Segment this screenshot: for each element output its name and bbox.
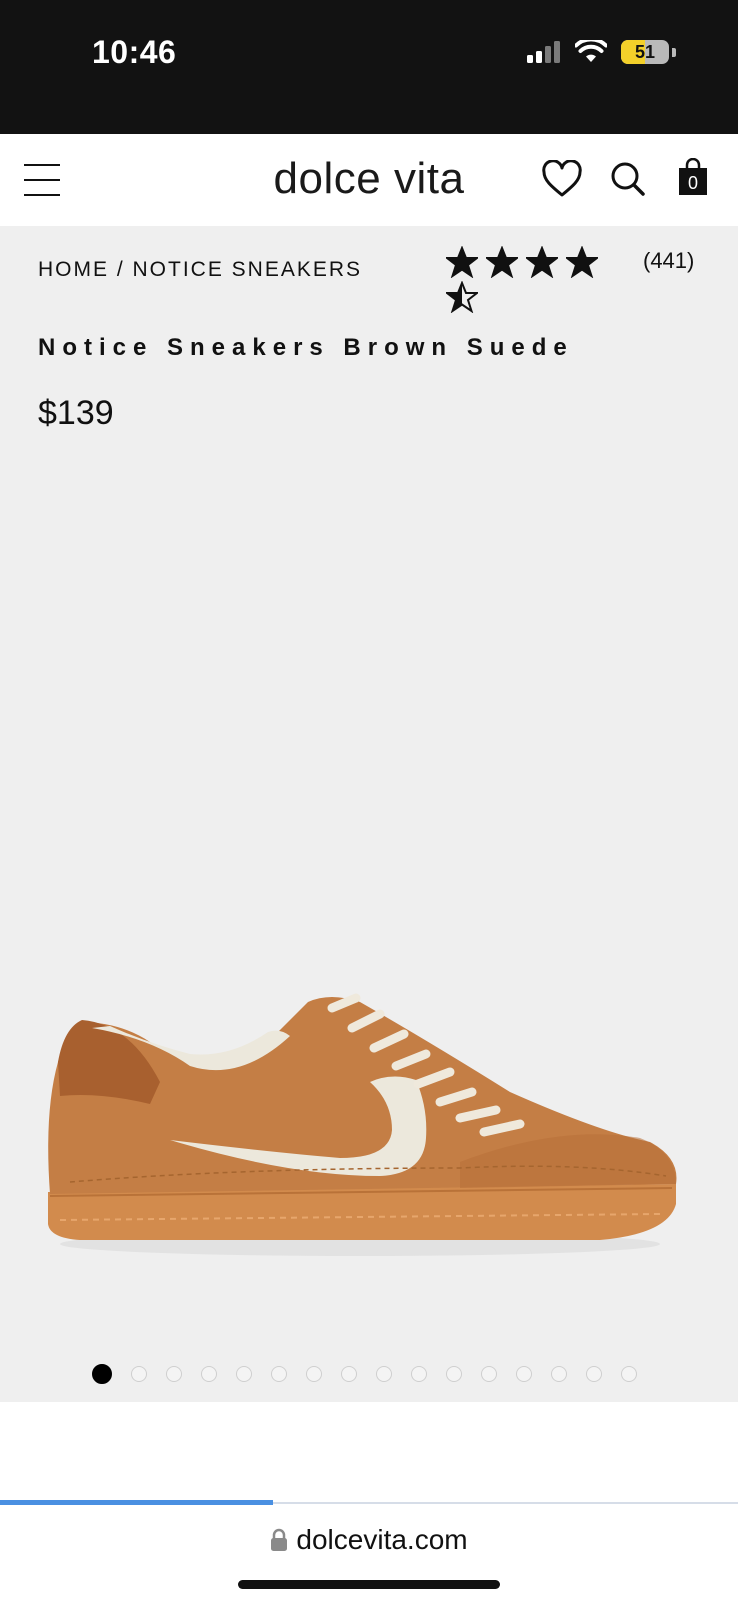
pagination-dot[interactable] xyxy=(201,1366,217,1382)
battery-tip xyxy=(672,47,676,57)
heart-icon[interactable] xyxy=(541,160,583,198)
product-title: Notice Sneakers Brown Suede xyxy=(38,334,574,361)
battery-icon: 51 xyxy=(621,40,669,64)
bag-icon[interactable]: 0 xyxy=(678,158,708,196)
pagination-dot[interactable] xyxy=(376,1366,392,1382)
status-bar: 10:46 51 xyxy=(0,0,738,134)
cart-count: 0 xyxy=(687,173,698,193)
star-rating[interactable] xyxy=(446,246,646,313)
pagination-dot[interactable] xyxy=(306,1366,322,1382)
lock-icon xyxy=(271,1528,288,1551)
site-header: dolce vita 0 xyxy=(0,134,738,226)
pagination-dot[interactable] xyxy=(131,1366,147,1382)
pagination-dot[interactable] xyxy=(621,1366,637,1382)
status-icons: 51 xyxy=(527,40,676,64)
pagination-dot-active[interactable] xyxy=(92,1364,112,1384)
product-price: $139 xyxy=(38,394,114,432)
star-full-icon xyxy=(566,246,598,278)
load-progress-track xyxy=(0,1500,738,1505)
pagination-dot[interactable] xyxy=(166,1366,182,1382)
star-half-icon xyxy=(446,281,478,313)
image-pagination[interactable] xyxy=(92,1364,637,1384)
address-bar[interactable]: dolcevita.com xyxy=(0,1524,738,1556)
review-count[interactable]: (441) xyxy=(643,248,694,274)
browser-bar: dolcevita.com xyxy=(0,1402,738,1600)
pagination-dot[interactable] xyxy=(481,1366,497,1382)
load-progress-fill xyxy=(0,1500,274,1505)
product-area: HOME / NOTICE SNEAKERS (441) Notice Snea… xyxy=(0,226,738,1402)
star-full-icon xyxy=(486,246,518,278)
star-full-icon xyxy=(446,246,478,278)
pagination-dot[interactable] xyxy=(586,1366,602,1382)
pagination-dot[interactable] xyxy=(516,1366,532,1382)
pagination-dot[interactable] xyxy=(341,1366,357,1382)
breadcrumb[interactable]: HOME / NOTICE SNEAKERS xyxy=(38,258,362,282)
pagination-dot[interactable] xyxy=(446,1366,462,1382)
url-text[interactable]: dolcevita.com xyxy=(296,1524,467,1556)
search-icon[interactable] xyxy=(610,161,646,197)
pagination-dot[interactable] xyxy=(271,1366,287,1382)
home-indicator[interactable] xyxy=(238,1580,500,1589)
product-image[interactable] xyxy=(40,962,690,1272)
status-time: 10:46 xyxy=(92,34,177,70)
star-full-icon xyxy=(526,246,558,278)
pagination-dot[interactable] xyxy=(551,1366,567,1382)
wifi-icon xyxy=(575,40,607,62)
battery-level: 51 xyxy=(634,41,656,62)
signal-icon xyxy=(527,41,560,63)
pagination-dot[interactable] xyxy=(411,1366,427,1382)
pagination-dot[interactable] xyxy=(236,1366,252,1382)
